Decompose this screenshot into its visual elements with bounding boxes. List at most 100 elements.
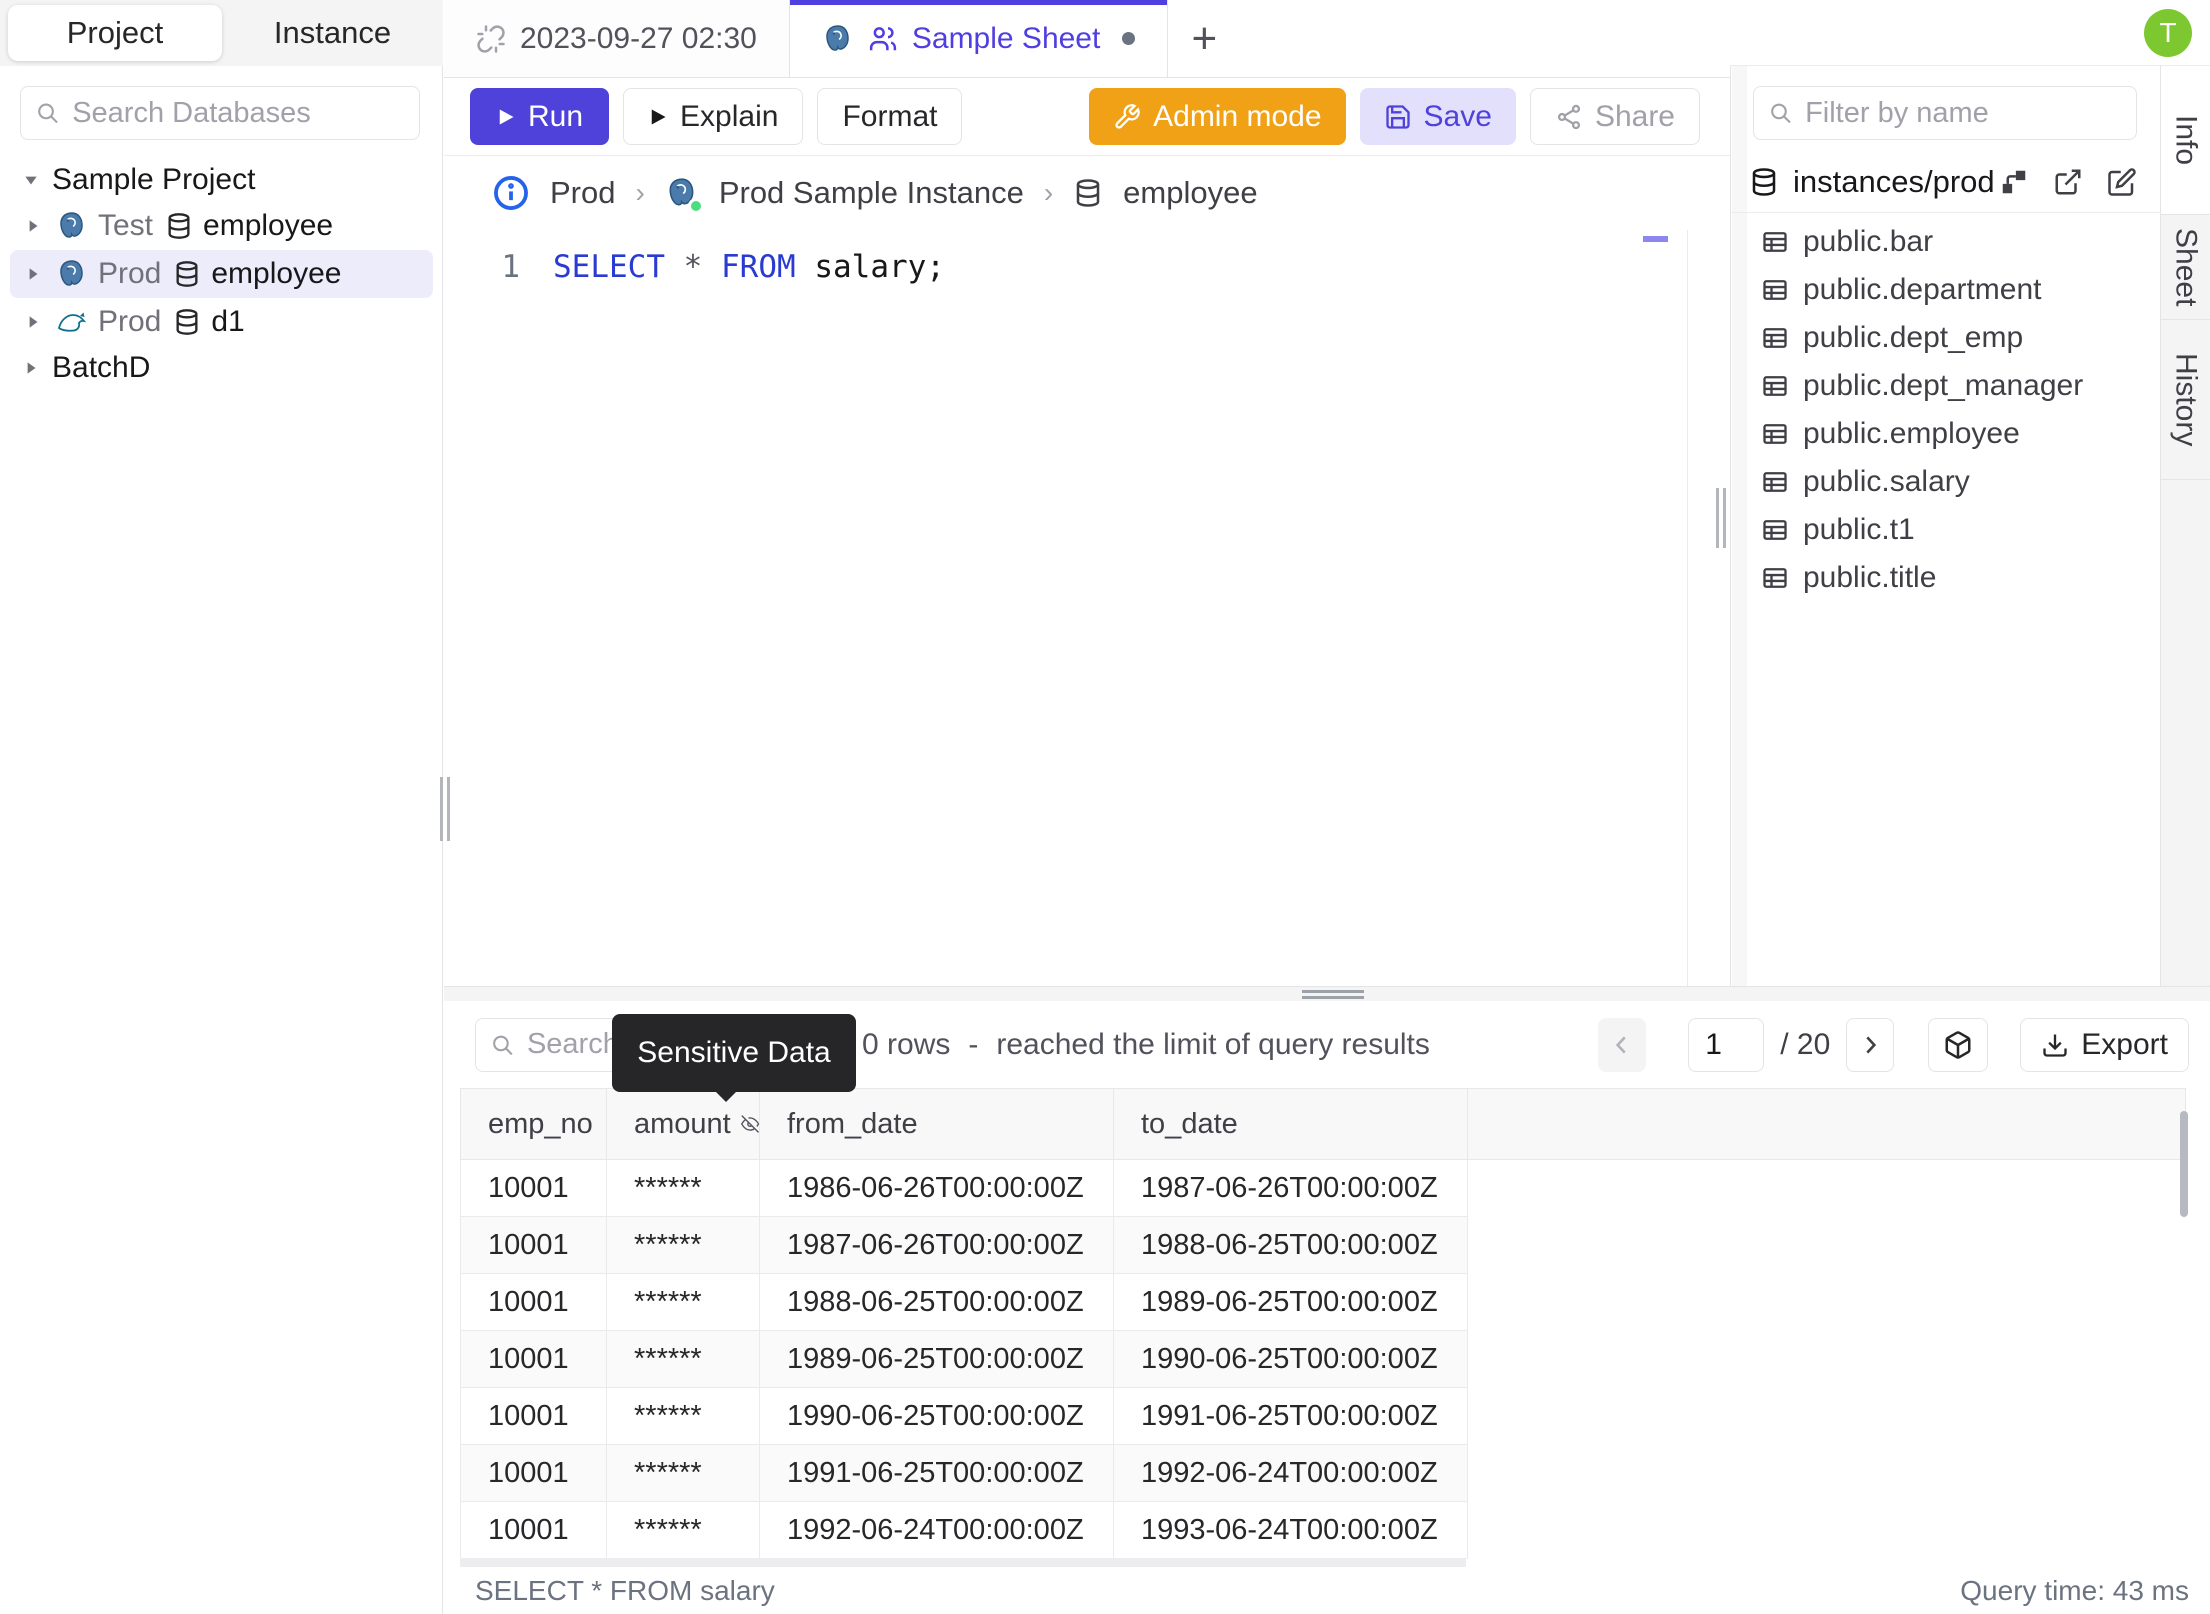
table-row[interactable]: 10001 ****** 1990-06-25T00:00:00Z 1991-06-2… [460,1387,2186,1445]
database-icon [176,309,198,335]
sql-editor[interactable]: 1 SELECT * FROM salary; [444,230,1730,986]
table-row[interactable]: 10001 ****** 1989-06-25T00:00:00Z 1990-06-2… [460,1330,2186,1388]
table-icon [1763,472,1787,492]
table-list-item[interactable]: public.salary [1731,458,2161,506]
table-icon [1763,568,1787,588]
table-filter-input[interactable] [1805,96,2122,130]
page-total: / 20 [1780,1027,1831,1061]
external-link-icon[interactable] [2053,167,2083,197]
environment-label: Test [98,209,154,242]
tree-item-test-employee[interactable]: Test employee [10,202,433,250]
tab-adhoc-sheet[interactable]: 2023-09-27 02:30 [444,0,790,77]
column-header-to-date[interactable]: to_date [1113,1088,1468,1160]
table-icon [1763,232,1787,252]
table-row[interactable]: 10001 ****** 1988-06-25T00:00:00Z 1989-06-2… [460,1273,2186,1331]
chevron-right-icon: › [1043,177,1054,208]
sql-statement: SELECT * FROM salary; [553,249,945,285]
side-tab-sheet[interactable]: Sheet [2161,215,2210,320]
table-row[interactable]: 10001 ****** 1991-06-25T00:00:00Z 1992-06-2… [460,1444,2186,1502]
query-results-panel: 0 rows - reached the limit of query resu… [444,1001,2210,1567]
table-list-item[interactable]: public.employee [1731,410,2161,458]
panel-resize-handle[interactable] [1716,488,1726,548]
caret-down-icon [25,176,37,185]
column-header-blank [1467,1088,2186,1160]
wrench-icon [1115,103,1140,129]
database-icon [168,213,190,239]
results-resize-divider[interactable] [444,986,2210,1001]
overview-ruler-marker [1643,236,1668,242]
table-list: public.bar public.department public.dept… [1731,218,2161,602]
connection-actions [1999,167,2137,197]
results-summary: 0 rows - reached the limit of query resu… [862,1028,1430,1062]
share-button[interactable]: Share [1529,88,1700,145]
table-filter[interactable] [1753,86,2137,140]
summary-dash: - [968,1027,979,1061]
results-horizontal-scrollbar[interactable] [460,1558,1466,1567]
tree-group-batchd[interactable]: BatchD [0,346,443,390]
connection-name: instances/prod [1793,164,1995,199]
table-icon [1763,520,1787,540]
sidebar: Project Instance Sample Project Test emp… [0,0,443,1614]
avatar[interactable]: T [2144,9,2192,57]
table-list-item[interactable]: public.dept_manager [1731,362,2161,410]
tab-project[interactable]: Project [8,5,222,61]
table-icon [1763,376,1787,396]
table-list-item[interactable]: public.t1 [1731,506,2161,554]
shared-users-icon [869,26,896,50]
results-table: emp_no amount from_date to_date 10001 ***… [460,1088,2186,1559]
database-icon [1076,179,1100,207]
table-list-item[interactable]: public.department [1731,266,2161,314]
results-vertical-scrollbar[interactable] [2180,1111,2188,1217]
export-button[interactable]: Export [2020,1017,2189,1072]
download-icon [2043,1034,2067,1057]
divider-handle[interactable] [1302,990,1364,999]
schema-diagram-icon[interactable] [1999,167,2029,197]
postgres-icon [826,24,849,51]
save-icon [1385,104,1410,129]
column-header-from-date[interactable]: from_date [759,1088,1114,1160]
connection-row: instances/prod [1749,158,2137,206]
column-header-emp-no[interactable]: emp_no [460,1088,607,1160]
new-tab-button[interactable]: + [1168,0,1240,77]
sidebar-resize-handle[interactable] [440,777,450,841]
tab-instance[interactable]: Instance [222,15,443,51]
instance-icon [665,176,704,214]
database-search-input[interactable] [72,96,405,130]
info-icon[interactable] [492,174,530,212]
run-button[interactable]: Run [470,88,610,145]
caret-right-icon[interactable] [24,217,42,235]
search-icon [38,103,58,124]
tree-group-sample-project[interactable]: Sample Project [0,158,443,202]
table-list-item[interactable]: public.title [1731,554,2161,602]
table-row[interactable]: 10001 ****** 1992-06-24T00:00:00Z 1993-06-2… [460,1501,2186,1559]
table-list-item[interactable]: public.dept_emp [1731,314,2161,362]
mysql-icon [57,312,87,332]
tree-item-prod-d1[interactable]: Prod d1 [10,298,433,346]
admin-mode-button[interactable]: Admin mode [1089,88,1346,145]
next-page-button[interactable] [1846,1017,1895,1072]
edit-icon[interactable] [2107,167,2137,197]
pagination: / 20 Export [1598,1017,2189,1072]
table-row[interactable]: 10001 ****** 1987-06-26T00:00:00Z 1988-06-2… [460,1216,2186,1274]
row-count: 0 rows [862,1027,951,1061]
caret-right-icon[interactable] [24,265,42,283]
database-search[interactable] [20,86,420,140]
environment-label: Prod [98,257,162,290]
page-number-input[interactable] [1688,1017,1765,1072]
table-row[interactable]: 10001 ****** 1986-06-26T00:00:00Z 1987-06-2… [460,1159,2186,1217]
side-tab-history[interactable]: History [2161,320,2210,480]
prev-page-button[interactable] [1598,1017,1647,1072]
tree-item-prod-employee[interactable]: Prod employee [10,250,433,298]
format-button[interactable]: Format [817,88,963,145]
table-list-item[interactable]: public.bar [1731,218,2161,266]
breadcrumb-instance[interactable]: Prod Sample Instance [719,175,1024,211]
breadcrumb-database[interactable]: employee [1123,175,1257,211]
caret-right-icon[interactable] [24,313,42,331]
result-limit-button[interactable] [1928,1017,1989,1072]
breadcrumb-environment[interactable]: Prod [550,175,615,211]
save-button[interactable]: Save [1359,88,1516,145]
side-tab-info[interactable]: Info [2161,66,2210,215]
postgres-icon [60,260,83,286]
tab-sample-sheet[interactable]: Sample Sheet [789,0,1169,77]
explain-button[interactable]: Explain [623,88,804,145]
